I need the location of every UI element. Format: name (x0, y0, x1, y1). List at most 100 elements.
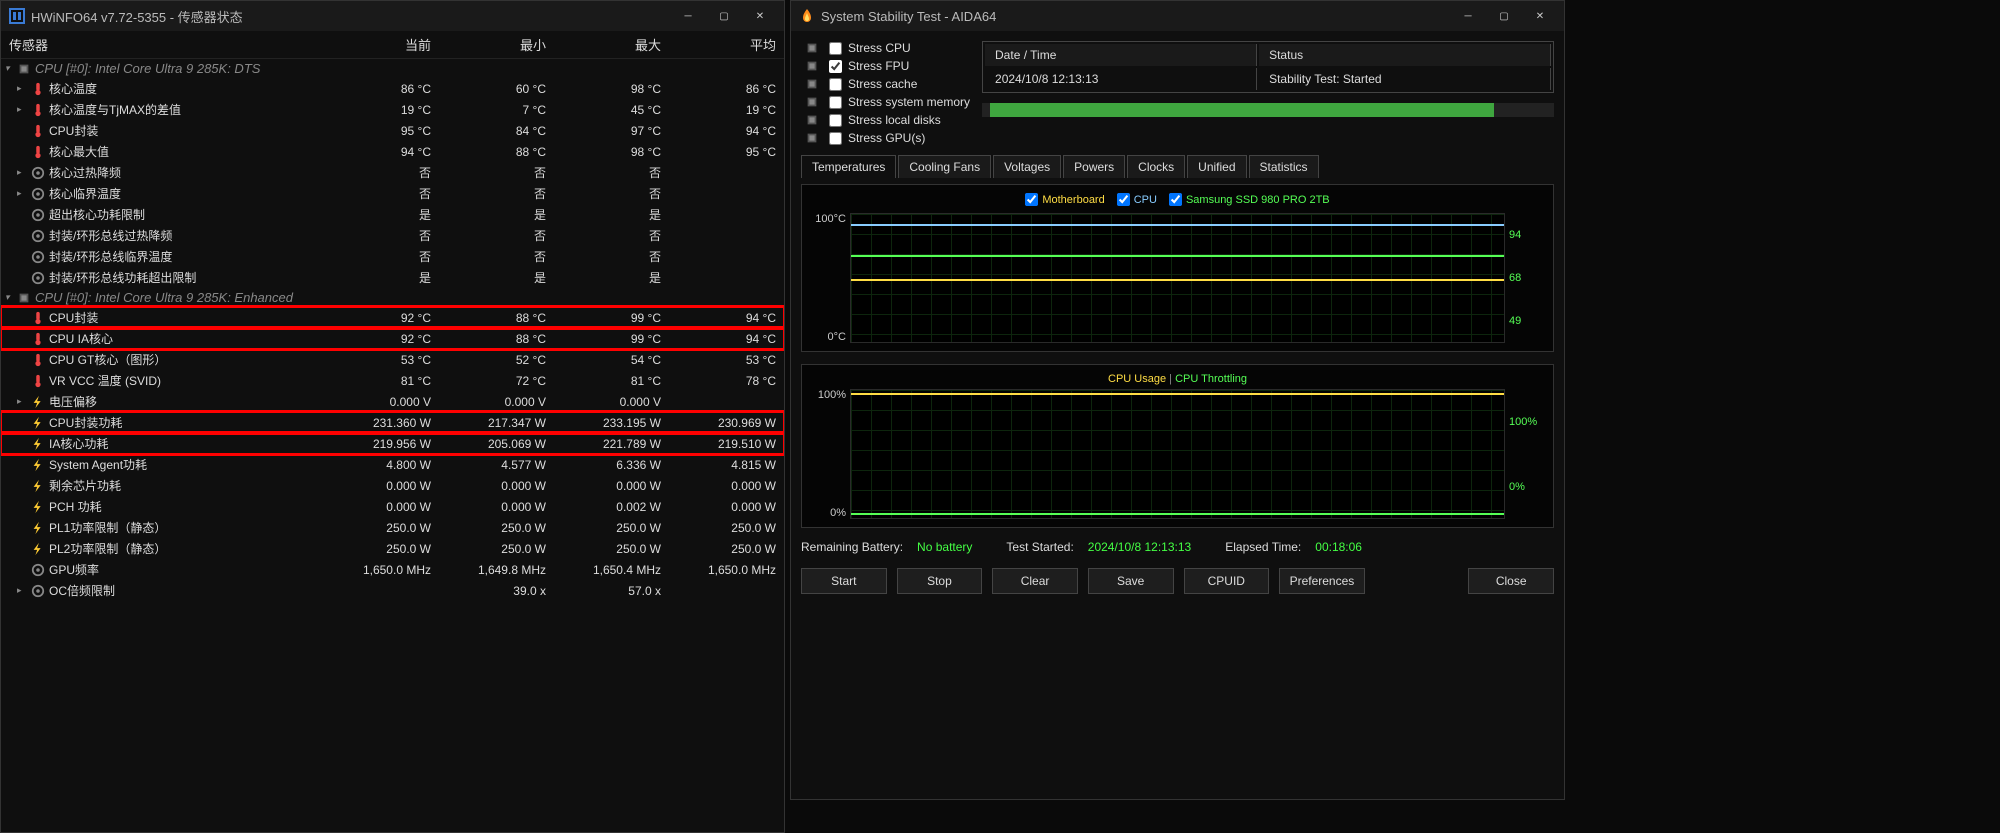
clear-button[interactable]: Clear (992, 568, 1078, 594)
sensor-name: 封装/环形总线临界温度 (49, 248, 172, 265)
sensor-row[interactable]: PL2功率限制（静态）250.0 W250.0 W250.0 W250.0 W (1, 538, 784, 559)
maximize-button[interactable]: ▢ (708, 4, 740, 28)
aida-window: System Stability Test - AIDA64 ─ ▢ ✕ Str… (790, 0, 1565, 800)
sensor-row[interactable]: 核心最大值94 °C88 °C98 °C95 °C (1, 141, 784, 162)
preferences-button[interactable]: Preferences (1279, 568, 1365, 594)
stress-checkbox[interactable] (829, 42, 842, 55)
stress-option[interactable]: Stress GPU(s) (801, 131, 970, 145)
close-button[interactable]: Close (1468, 568, 1554, 594)
sensor-row[interactable]: 剩余芯片功耗0.000 W0.000 W0.000 W0.000 W (1, 475, 784, 496)
save-button[interactable]: Save (1088, 568, 1174, 594)
stress-option[interactable]: Stress cache (801, 77, 970, 91)
sensor-group[interactable]: ▾CPU [#0]: Intel Core Ultra 9 285K: Enha… (1, 288, 784, 307)
legend-checkbox[interactable] (1117, 193, 1130, 206)
sensor-row[interactable]: GPU频率1,650.0 MHz1,649.8 MHz1,650.4 MHz1,… (1, 559, 784, 580)
legend-checkbox[interactable] (1025, 193, 1038, 206)
tab-voltages[interactable]: Voltages (993, 155, 1061, 178)
val-min: 217.347 W (435, 416, 550, 430)
val-current: 否 (320, 227, 435, 244)
sensor-row[interactable]: CPU封装功耗231.360 W217.347 W233.195 W230.96… (1, 412, 784, 433)
sensor-name: 封装/环形总线过热降频 (49, 227, 172, 244)
val-min: 72 °C (435, 374, 550, 388)
val-avg: 219.510 W (665, 437, 780, 451)
val-current: 4.800 W (320, 458, 435, 472)
hwinfo-columns: 传感器 当前 最小 最大 平均 (1, 31, 784, 59)
stress-option[interactable]: Stress system memory (801, 95, 970, 109)
val-max: 否 (550, 185, 665, 202)
close-button[interactable]: ✕ (1524, 4, 1556, 28)
tab-unified[interactable]: Unified (1187, 155, 1246, 178)
temp-icon (31, 311, 45, 325)
hwinfo-titlebar[interactable]: HWiNFO64 v7.72-5355 - 传感器状态 ─ ▢ ✕ (1, 1, 784, 31)
aida-titlebar[interactable]: System Stability Test - AIDA64 ─ ▢ ✕ (791, 1, 1564, 31)
sensor-row[interactable]: ▸电压偏移0.000 V0.000 V0.000 V (1, 391, 784, 412)
stress-checkbox[interactable] (829, 114, 842, 127)
sensor-group[interactable]: ▾CPU [#0]: Intel Core Ultra 9 285K: DTS (1, 59, 784, 78)
gear-icon (31, 229, 45, 243)
val-max: 250.0 W (550, 521, 665, 535)
val-max: 233.195 W (550, 416, 665, 430)
flame-icon (799, 8, 815, 24)
val-current: 231.360 W (320, 416, 435, 430)
stress-checkbox[interactable] (829, 132, 842, 145)
tab-powers[interactable]: Powers (1063, 155, 1125, 178)
close-button[interactable]: ✕ (744, 4, 776, 28)
stress-option[interactable]: Stress FPU (801, 59, 970, 73)
stress-option[interactable]: Stress local disks (801, 113, 970, 127)
val-current: 219.956 W (320, 437, 435, 451)
device-icon (805, 77, 819, 91)
val-max: 99 °C (550, 311, 665, 325)
tab-cooling-fans[interactable]: Cooling Fans (898, 155, 991, 178)
minimize-button[interactable]: ─ (1452, 4, 1484, 28)
sensor-row[interactable]: PL1功率限制（静态）250.0 W250.0 W250.0 W250.0 W (1, 517, 784, 538)
sensor-row[interactable]: 封装/环形总线临界温度否否否 (1, 246, 784, 267)
sensor-row[interactable]: VR VCC 温度 (SVID)81 °C72 °C81 °C78 °C (1, 370, 784, 391)
tab-clocks[interactable]: Clocks (1127, 155, 1185, 178)
sensor-row[interactable]: 封装/环形总线过热降频否否否 (1, 225, 784, 246)
val-max: 81 °C (550, 374, 665, 388)
val-min: 否 (435, 227, 550, 244)
tab-statistics[interactable]: Statistics (1249, 155, 1319, 178)
aida-info: Date / TimeStatus 2024/10/8 12:13:13Stab… (982, 41, 1554, 145)
sensor-list[interactable]: ▾CPU [#0]: Intel Core Ultra 9 285K: DTS▸… (1, 59, 784, 832)
sensor-row[interactable]: CPU封装92 °C88 °C99 °C94 °C (1, 307, 784, 328)
sensor-row[interactable]: System Agent功耗4.800 W4.577 W6.336 W4.815… (1, 454, 784, 475)
val-avg: 94 °C (665, 332, 780, 346)
stress-checkbox[interactable] (829, 60, 842, 73)
stop-button[interactable]: Stop (897, 568, 983, 594)
sensor-row[interactable]: IA核心功耗219.956 W205.069 W221.789 W219.510… (1, 433, 784, 454)
legend-checkbox[interactable] (1169, 193, 1182, 206)
sensor-row[interactable]: 封装/环形总线功耗超出限制是是是 (1, 267, 784, 288)
val-max: 0.000 W (550, 479, 665, 493)
val-current: 94 °C (320, 145, 435, 159)
val-current: 0.000 W (320, 479, 435, 493)
val-current: 0.000 V (320, 395, 435, 409)
start-button[interactable]: Start (801, 568, 887, 594)
gear-icon (31, 584, 45, 598)
stress-option[interactable]: Stress CPU (801, 41, 970, 55)
minimize-button[interactable]: ─ (672, 4, 704, 28)
val-max: 1,650.4 MHz (550, 563, 665, 577)
val-current: 250.0 W (320, 521, 435, 535)
stress-checkbox[interactable] (829, 96, 842, 109)
maximize-button[interactable]: ▢ (1488, 4, 1520, 28)
sensor-row[interactable]: 超出核心功耗限制是是是 (1, 204, 784, 225)
val-avg: 78 °C (665, 374, 780, 388)
sensor-row[interactable]: CPU IA核心92 °C88 °C99 °C94 °C (1, 328, 784, 349)
sensor-row[interactable]: ▸核心临界温度否否否 (1, 183, 784, 204)
sensor-row[interactable]: ▸OC倍频限制39.0 x57.0 x (1, 580, 784, 601)
sensor-row[interactable]: ▸核心温度86 °C60 °C98 °C86 °C (1, 78, 784, 99)
sensor-row[interactable]: ▸核心过热降频否否否 (1, 162, 784, 183)
usage-chart: CPU Usage | CPU Throttling 100%0% 100%0% (801, 364, 1554, 528)
sensor-row[interactable]: PCH 功耗0.000 W0.000 W0.002 W0.000 W (1, 496, 784, 517)
tab-temperatures[interactable]: Temperatures (801, 155, 896, 178)
val-avg: 94 °C (665, 124, 780, 138)
status-bar: Remaining Battery: No battery Test Start… (791, 534, 1564, 560)
sensor-row[interactable]: CPU封装95 °C84 °C97 °C94 °C (1, 120, 784, 141)
sensor-row[interactable]: ▸核心温度与TjMAX的差值19 °C7 °C45 °C19 °C (1, 99, 784, 120)
stress-checkbox[interactable] (829, 78, 842, 91)
sensor-name: CPU封装 (49, 122, 98, 139)
sensor-row[interactable]: CPU GT核心（图形）53 °C52 °C54 °C53 °C (1, 349, 784, 370)
device-icon (805, 59, 819, 73)
cpuid-button[interactable]: CPUID (1184, 568, 1270, 594)
